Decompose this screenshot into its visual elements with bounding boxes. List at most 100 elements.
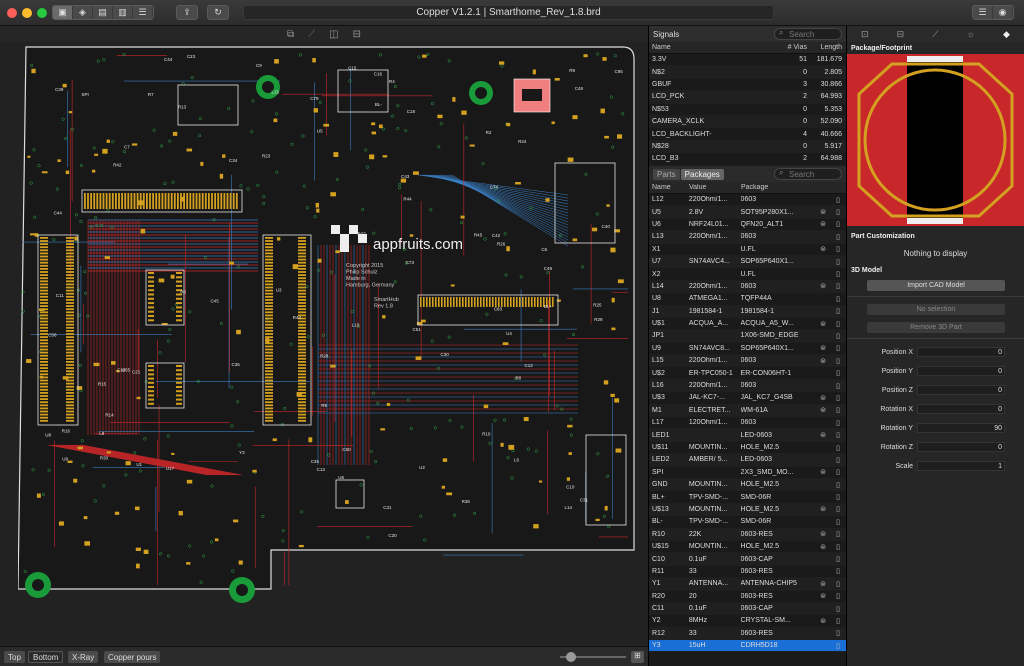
- clipboard-icon[interactable]: ▥: [113, 6, 133, 19]
- part-row[interactable]: U6 NRF24L01... QFN20_ALT1 ⊜ ▯: [649, 219, 846, 232]
- fit-view-icon[interactable]: ⊞: [631, 651, 644, 663]
- part-row[interactable]: LED2 AMBER/ 5... LED-0603 ▯: [649, 454, 846, 467]
- part-row[interactable]: U5 2.8V SOT95P280X1... ⊜ ▯: [649, 206, 846, 219]
- part-row[interactable]: U$1 ACQUA_A... ACQUA_A5_W... ⊜ ▯: [649, 318, 846, 331]
- copy-icon[interactable]: ⧉: [287, 29, 294, 40]
- refresh-button[interactable]: ↻: [207, 5, 229, 20]
- panel-toggle-segment[interactable]: ☰ ◉: [972, 5, 1014, 20]
- part-row[interactable]: SPI 2X3_SMD_MO... ⊜ ▯: [649, 467, 846, 479]
- connector-pin: [40, 348, 48, 351]
- part-row[interactable]: R20 20 0603-RES ⊜ ▯: [649, 591, 846, 603]
- part-row[interactable]: L13 220Ohm/1... 0603 ▯: [649, 231, 846, 244]
- tab-packages[interactable]: Packages: [680, 168, 724, 180]
- part-row[interactable]: Y3 15uH CDRH5D18 ▯: [649, 640, 846, 653]
- part-row[interactable]: U7 SN74AVC4... SOP65P640X1... ▯: [649, 255, 846, 269]
- tab-parts[interactable]: Parts: [653, 168, 680, 180]
- split-vertical-icon[interactable]: ◫: [329, 29, 338, 40]
- smd-pad: [219, 173, 224, 179]
- view-mode-segment[interactable]: ▣ ◈ ▤ ▥ ☰: [52, 5, 154, 20]
- list-view-icon[interactable]: ☰: [973, 6, 993, 19]
- eye-icon[interactable]: ◉: [993, 6, 1013, 19]
- signal-row[interactable]: CAMERA_XCLK 0 52.090: [649, 115, 846, 129]
- part-row[interactable]: X1 U.FL ⊜ ▯: [649, 244, 846, 256]
- copper-pours-button[interactable]: Copper pours: [104, 651, 161, 663]
- layers-icon[interactable]: ⊟: [897, 29, 905, 40]
- part-row[interactable]: L12 220Ohm/1... 0603 ▯: [649, 194, 846, 207]
- smd-pad: [506, 122, 511, 127]
- part-row[interactable]: C11 0.1uF 0603-CAP ▯: [649, 602, 846, 616]
- eraser-icon[interactable]: ◆: [1003, 29, 1010, 40]
- numeric-input[interactable]: 0: [917, 366, 1005, 376]
- part-row[interactable]: U$15 MOUNTIN... HOLE_M2.5 ⊜ ▯: [649, 541, 846, 554]
- numeric-input[interactable]: 1: [917, 461, 1005, 471]
- split-horizontal-icon[interactable]: ⊟: [353, 29, 361, 40]
- part-row[interactable]: Y2 8MHz CRYSTAL-SM... ⊜ ▯: [649, 615, 846, 628]
- numeric-input[interactable]: 0: [917, 404, 1005, 414]
- part-row[interactable]: BL+ TPV-SMD-... SMD-06R ▯: [649, 491, 846, 504]
- zoom-window-button[interactable]: [37, 8, 47, 18]
- part-row[interactable]: X2 U.FL ▯: [649, 268, 846, 281]
- part-row[interactable]: U8 ATMEGA1... TQFP44A ▯: [649, 293, 846, 306]
- connector-pin: [480, 297, 482, 307]
- part-row[interactable]: U9 SN74AVC8... SOP65P640X1... ⊜ ▯: [649, 343, 846, 356]
- signal-row[interactable]: N$53 0 5.353: [649, 104, 846, 116]
- zoom-slider-knob[interactable]: [566, 652, 576, 662]
- part-row[interactable]: BL- TPV-SMD-... SMD-06R ▯: [649, 516, 846, 529]
- numeric-input[interactable]: 0: [917, 442, 1005, 452]
- part-row[interactable]: U$11 MOUNTIN... HOLE_M2.5 ▯: [649, 442, 846, 455]
- part-row[interactable]: C10 0.1uF 0603-CAP ▯: [649, 553, 846, 566]
- remove-3d-part-button[interactable]: Remove 3D Part: [867, 322, 1005, 333]
- connector-pin: [298, 249, 306, 252]
- stack-icon[interactable]: ◈: [73, 6, 93, 19]
- part-row[interactable]: Y1 ANTENNA... ANTENNA-CHIP5 ⊜ ▯: [649, 578, 846, 591]
- part-row[interactable]: U$3 JAL-KC7-... JAL_KC7_G4SB ⊜ ▯: [649, 392, 846, 405]
- parts-search-input[interactable]: Search: [774, 168, 842, 180]
- part-row[interactable]: GND MOUNTIN... HOLE_M2.5 ▯: [649, 478, 846, 492]
- xray-button[interactable]: X-Ray: [68, 651, 99, 663]
- part-row[interactable]: L15 220Ohm/1... 0603 ⊜ ▯: [649, 355, 846, 368]
- silk-label: U17: [166, 466, 175, 471]
- route-icon[interactable]: ⟋: [932, 29, 938, 40]
- share-button[interactable]: ⇪: [176, 5, 198, 20]
- signal-row[interactable]: N$28 0 5.917: [649, 140, 846, 154]
- part-row[interactable]: JP1 1X06-SMD_EDGE ▯: [649, 330, 846, 343]
- bottom-layer-button[interactable]: Bottom: [28, 651, 64, 663]
- signal-row[interactable]: 3.3V 51 181.679: [649, 54, 846, 67]
- signal-row[interactable]: LCD_B3 2 64.988: [649, 153, 846, 166]
- part-row[interactable]: L14 220Ohm/1... 0603 ⊜ ▯: [649, 280, 846, 294]
- signal-row[interactable]: N$2 0 2.805: [649, 66, 846, 79]
- connector-pin: [265, 379, 273, 382]
- lightbulb-icon[interactable]: ☼: [967, 29, 975, 39]
- signal-row[interactable]: GBUF 3 30.866: [649, 79, 846, 92]
- numeric-input[interactable]: 90: [917, 423, 1005, 433]
- signal-row[interactable]: LCD_BACKLIGHT- 4 40.666: [649, 128, 846, 141]
- smd-pad: [592, 227, 598, 232]
- part-row[interactable]: R10 22K 0603-RES ⊜ ▯: [649, 528, 846, 541]
- board-icon[interactable]: ⊡: [861, 29, 869, 40]
- part-row[interactable]: R11 33 0603-RES ▯: [649, 566, 846, 579]
- top-layer-button[interactable]: Top: [4, 651, 25, 663]
- document-icon[interactable]: ▤: [93, 6, 113, 19]
- minimize-window-button[interactable]: [22, 8, 32, 18]
- part-row[interactable]: J1 1981584-1 1981584-1 ▯: [649, 305, 846, 318]
- numeric-input[interactable]: 0: [917, 347, 1005, 357]
- clipboard-icon: ▯: [836, 221, 840, 229]
- list-icon[interactable]: ☰: [133, 6, 153, 19]
- close-window-button[interactable]: [7, 8, 17, 18]
- connector-pin: [208, 193, 210, 209]
- part-row[interactable]: LED1 LED-0603 ⊜ ▯: [649, 429, 846, 442]
- signal-row[interactable]: LCD_PCK 2 64.993: [649, 91, 846, 104]
- import-cad-button[interactable]: Import CAD Model: [867, 280, 1005, 291]
- signals-search-input[interactable]: Search: [774, 28, 842, 40]
- layers-view-icon[interactable]: ▣: [53, 6, 73, 19]
- connector-pin: [298, 401, 306, 404]
- pcb-board[interactable]: appfruits.com Copyright 2015 Philip Schul…: [18, 45, 636, 618]
- part-row[interactable]: R12 33 0603-RES ▯: [649, 627, 846, 641]
- part-row[interactable]: U$2 ER-TPC050-1 ER-CON06HT-1 ▯: [649, 367, 846, 380]
- part-row[interactable]: L17 120Ohm/1... 0603 ▯: [649, 417, 846, 430]
- route-icon[interactable]: ⟋: [308, 29, 315, 40]
- part-row[interactable]: U$13 MOUNTIN... HOLE_M2.5 ⊜ ▯: [649, 503, 846, 517]
- numeric-input[interactable]: 0: [917, 385, 1005, 395]
- part-row[interactable]: M1 ELECTRET... WM-61A ⊜ ▯: [649, 404, 846, 418]
- part-row[interactable]: L16 220Ohm/1... 0603 ▯: [649, 379, 846, 393]
